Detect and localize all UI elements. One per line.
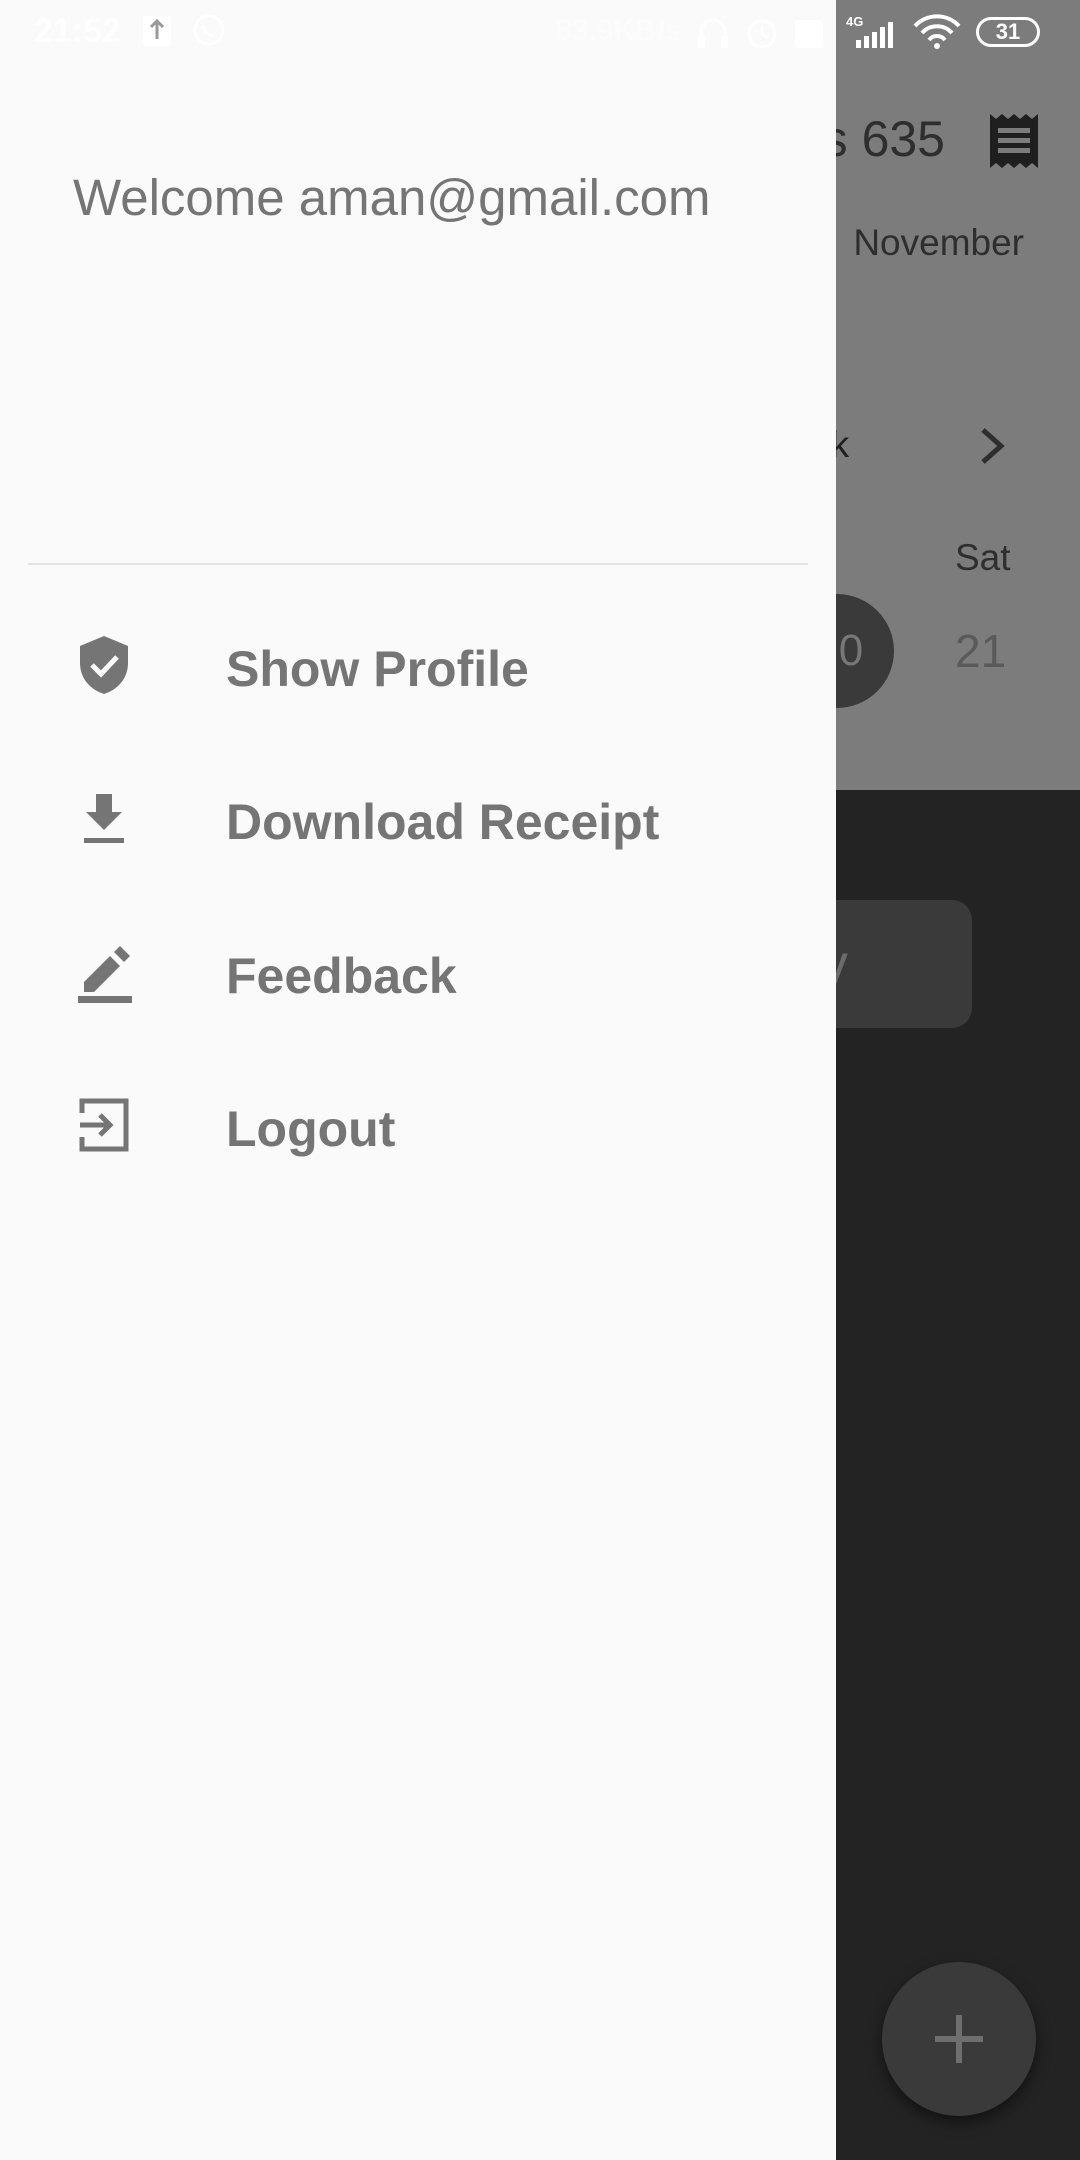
menu-item-show-profile[interactable]: Show Profile bbox=[0, 590, 836, 740]
background-selected-date-label: 0 bbox=[838, 626, 864, 675]
edit-pen-icon bbox=[78, 946, 132, 1003]
drawer-header: Welcome aman@gmail.com bbox=[0, 0, 836, 563]
menu-item-logout[interactable]: Logout bbox=[0, 1050, 836, 1200]
background-date-21[interactable]: 21 bbox=[955, 624, 1006, 678]
network-speed: 83.9KB/s bbox=[555, 14, 682, 47]
menu-item-feedback[interactable]: Feedback bbox=[0, 897, 836, 1047]
background-day-sat: Sat bbox=[955, 537, 1011, 578]
network-type: 4G bbox=[846, 14, 863, 29]
whatsapp-icon bbox=[193, 14, 225, 46]
background-month: November bbox=[853, 222, 1024, 263]
download-icon bbox=[84, 794, 124, 843]
menu-item-label: Show Profile bbox=[226, 641, 529, 697]
menu-item-download-receipt[interactable]: Download Receipt bbox=[0, 743, 836, 893]
plus-icon bbox=[935, 2015, 983, 2063]
signal-icon: 4G bbox=[846, 14, 893, 48]
navigation-drawer: Welcome aman@gmail.com Show Profile Down… bbox=[0, 0, 836, 2160]
chevron-right-icon[interactable] bbox=[975, 424, 1009, 468]
drawer-divider bbox=[28, 563, 808, 565]
menu-item-label: Feedback bbox=[226, 948, 457, 1004]
upload-notification-icon bbox=[143, 16, 171, 46]
background-title: s 635 bbox=[822, 111, 945, 167]
status-bar: 21:52 83.9KB/s 4G 31 bbox=[0, 0, 1080, 66]
status-icons bbox=[698, 18, 823, 49]
verified-shield-icon bbox=[80, 636, 128, 694]
status-time: 21:52 bbox=[34, 12, 121, 50]
wifi-icon bbox=[913, 14, 961, 49]
menu-item-label: Logout bbox=[226, 1101, 396, 1157]
receipt-icon[interactable] bbox=[988, 112, 1040, 170]
screenshot-icon bbox=[795, 20, 823, 48]
welcome-text: Welcome aman@gmail.com bbox=[73, 169, 711, 226]
add-fab-button[interactable] bbox=[882, 1962, 1036, 2116]
menu-item-label: Download Receipt bbox=[226, 794, 660, 850]
battery-indicator: 31 bbox=[976, 17, 1040, 47]
logout-icon bbox=[79, 1098, 129, 1152]
